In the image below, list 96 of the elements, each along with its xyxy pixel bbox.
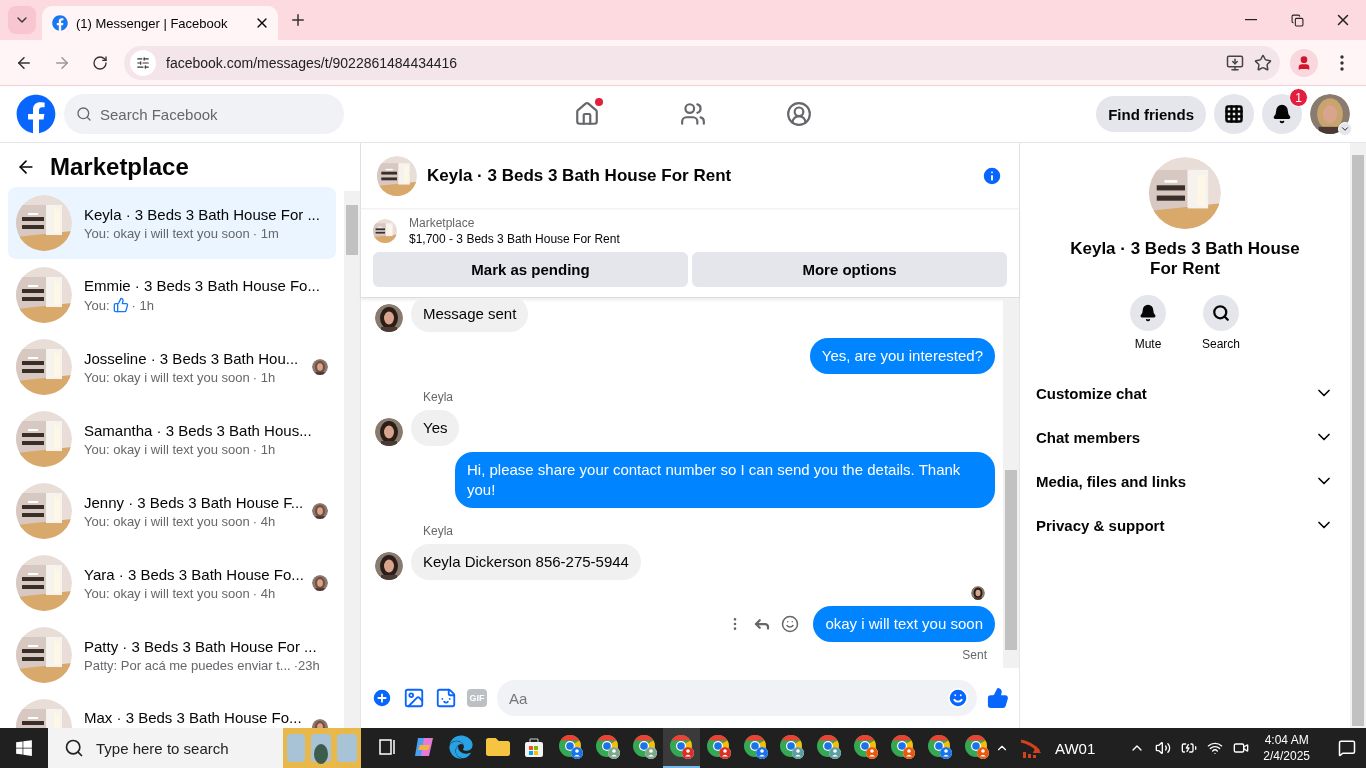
add-icon[interactable] <box>371 687 393 709</box>
browser-icon <box>668 734 695 760</box>
wifi-icon[interactable] <box>1207 740 1224 756</box>
sticker-icon[interactable] <box>435 687 457 709</box>
facebook-icon <box>52 15 68 31</box>
conversation-item[interactable]: Patty · 3 Beds 3 Bath House For ... Patty: Por acá me puedes enviar t... ·23h <box>8 619 336 691</box>
section-header[interactable]: Customize chat <box>1028 371 1342 415</box>
browser-icon <box>889 734 916 760</box>
conversation-item[interactable]: Samantha · 3 Beds 3 Bath Hous... You: okay i will text you soon · 1h <box>8 403 336 475</box>
browser-icon <box>705 734 732 760</box>
site-settings-button[interactable] <box>130 49 156 76</box>
browser-icon <box>631 734 658 760</box>
volume-icon[interactable] <box>1155 740 1172 756</box>
browser-tab[interactable]: (1) Messenger | Facebook <box>42 6 278 40</box>
user-icon <box>1296 54 1312 71</box>
groups-icon <box>786 101 812 127</box>
folder-icon <box>485 735 510 759</box>
find-friends-button[interactable]: Find friends <box>1096 96 1206 132</box>
chat-title: Keyla · 3 Beds 3 Bath House For Rent <box>427 165 733 186</box>
scrollbar[interactable] <box>1003 298 1019 668</box>
section-header[interactable]: Media, files and links <box>1028 459 1342 503</box>
search-icon <box>76 106 92 122</box>
listing-button[interactable]: Mark as pending <box>373 252 688 287</box>
message-bubble: Hi, please share your contact number so I can send you the details. Thank you! <box>455 452 995 508</box>
chevron-down-icon <box>1340 124 1350 134</box>
emoji-icon[interactable] <box>947 687 969 709</box>
profile-button[interactable] <box>1290 48 1318 77</box>
browser-icon <box>558 734 585 760</box>
menu-icon <box>1340 54 1344 71</box>
camera-icon[interactable] <box>1233 740 1250 756</box>
taskbar-search-field[interactable]: Type here to search <box>48 728 361 768</box>
search-field[interactable]: Search Facebook <box>64 94 344 134</box>
minimize-icon <box>1245 19 1257 21</box>
restore-icon <box>1290 13 1304 27</box>
facebook-logo[interactable] <box>16 94 56 134</box>
notification-badge: 1 <box>1289 88 1308 107</box>
listing-label: Marketplace <box>409 216 476 230</box>
message-status: Sent <box>962 648 987 662</box>
message-field[interactable]: Aa <box>497 680 977 716</box>
tab-list-button[interactable] <box>8 6 36 34</box>
like-icon[interactable] <box>987 687 1009 709</box>
bell-icon <box>1272 104 1292 124</box>
address-bar[interactable]: facebook.com/messages/t/9022861484434416 <box>124 45 1280 80</box>
notifications-button[interactable] <box>1262 94 1302 134</box>
taskbar-app[interactable] <box>663 728 701 768</box>
message-bubble: Message sent <box>411 298 529 332</box>
page-title: Marketplace <box>50 153 189 181</box>
message-bubble: Yes <box>411 410 460 446</box>
browser-icon <box>963 734 990 760</box>
react-icon[interactable] <box>781 615 800 633</box>
conversation-item[interactable]: Keyla · 3 Beds 3 Bath House For ... You: okay i will text you soon · 1m <box>8 187 336 259</box>
message-bubble: Yes, are you interested? <box>809 338 995 374</box>
friends-icon <box>680 101 706 127</box>
install-icon[interactable] <box>1226 53 1244 72</box>
conversation-item[interactable]: Emmie · 3 Beds 3 Bath House Fo... You: · 1h <box>8 259 336 331</box>
sender-name: Keyla <box>423 390 455 404</box>
listing-title[interactable]: $1,700 - 3 Beds 3 Bath House For Rent <box>409 232 620 246</box>
section-header[interactable]: Privacy & support <box>1028 503 1342 547</box>
menu-grid-button[interactable] <box>1214 94 1254 134</box>
conversation-item[interactable]: Josseline · 3 Beds 3 Bath Hou... You: okay i will text you soon · 1h <box>8 331 336 403</box>
conversation-item[interactable]: Jenny · 3 Beds 3 Bath House F... You: okay i will text you soon · 4h <box>8 475 336 547</box>
search-icon <box>1212 304 1230 322</box>
scrollbar[interactable] <box>1350 143 1366 728</box>
browser-icon <box>926 734 953 760</box>
photo-icon[interactable] <box>403 687 425 709</box>
sender-name: Keyla <box>423 524 455 538</box>
clock[interactable]: 4:04 AM 2/4/2025 <box>1263 732 1310 764</box>
browser-icon <box>595 734 622 760</box>
listing-button[interactable]: More options <box>692 252 1007 287</box>
notifications-icon[interactable] <box>1338 739 1356 757</box>
battery-icon[interactable] <box>1181 740 1198 756</box>
info-icon[interactable] <box>981 164 1003 187</box>
browser-icon <box>853 734 880 760</box>
section-header[interactable]: Chat members <box>1028 415 1342 459</box>
message-bubble: Keyla Dickerson 856-275-5944 <box>411 544 641 580</box>
home-icon <box>574 101 600 127</box>
conversation-item[interactable]: Yara · 3 Beds 3 Bath House Fo... You: okay i will text you soon · 4h <box>8 547 336 619</box>
like-icon <box>112 297 129 313</box>
sliders-icon <box>136 55 150 70</box>
contact-name: Keyla · 3 Beds 3 Bath House For Rent <box>1069 239 1301 279</box>
edge-icon <box>448 735 473 759</box>
browser-icon <box>779 734 806 760</box>
browser-icon <box>816 734 843 760</box>
stock-label: AW01 <box>1055 739 1096 757</box>
account-menu-button[interactable] <box>1338 122 1352 136</box>
bell-icon <box>1139 304 1157 322</box>
task-view-icon <box>377 737 398 757</box>
grid-icon <box>1224 104 1244 124</box>
message-bubble: okay i will text you soon <box>813 606 995 642</box>
search-icon <box>64 738 84 758</box>
scrollbar[interactable] <box>344 191 360 728</box>
reload-icon <box>92 54 108 71</box>
bookmark-star-icon[interactable] <box>1254 53 1272 72</box>
browser-icon <box>742 734 769 760</box>
plus-icon <box>289 11 307 29</box>
windows-icon <box>15 739 33 757</box>
